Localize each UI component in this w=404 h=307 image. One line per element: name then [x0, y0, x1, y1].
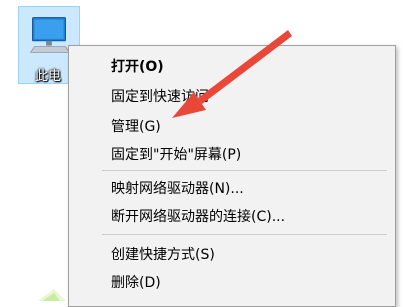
- menu-separator: [102, 234, 387, 235]
- menu-item-label: 打开(O): [111, 59, 164, 75]
- menu-item-manage[interactable]: 管理(G): [69, 114, 395, 138]
- desktop-partial-icon: [38, 289, 66, 301]
- menu-item-pin-quick-access[interactable]: 固定到快速访问: [69, 84, 395, 108]
- menu-item-label: 固定到快速访问: [111, 89, 209, 105]
- menu-item-map-network-drive[interactable]: 映射网络驱动器(N)...: [69, 176, 395, 200]
- menu-item-label: 固定到"开始"屏幕(P): [111, 147, 242, 163]
- menu-separator: [102, 170, 387, 171]
- menu-item-delete[interactable]: 删除(D): [69, 270, 395, 294]
- menu-item-open[interactable]: 打开(O): [69, 54, 395, 78]
- menu-item-label: 管理(G): [111, 119, 161, 135]
- menu-item-label: 删除(D): [111, 275, 161, 291]
- menu-item-label: 创建快捷方式(S): [111, 247, 215, 263]
- desktop-icon-label: 此电: [35, 69, 62, 84]
- menu-item-disconnect-network-drive[interactable]: 断开网络驱动器的连接(C)...: [69, 204, 395, 228]
- menu-item-pin-start[interactable]: 固定到"开始"屏幕(P): [69, 142, 395, 166]
- menu-item-label: 断开网络驱动器的连接(C)...: [111, 209, 286, 225]
- menu-item-create-shortcut[interactable]: 创建快捷方式(S): [69, 242, 395, 266]
- menu-item-label: 映射网络驱动器(N)...: [111, 181, 244, 197]
- context-menu: 打开(O) 固定到快速访问 管理(G) 固定到"开始"屏幕(P) 映射网络驱动器…: [68, 45, 396, 307]
